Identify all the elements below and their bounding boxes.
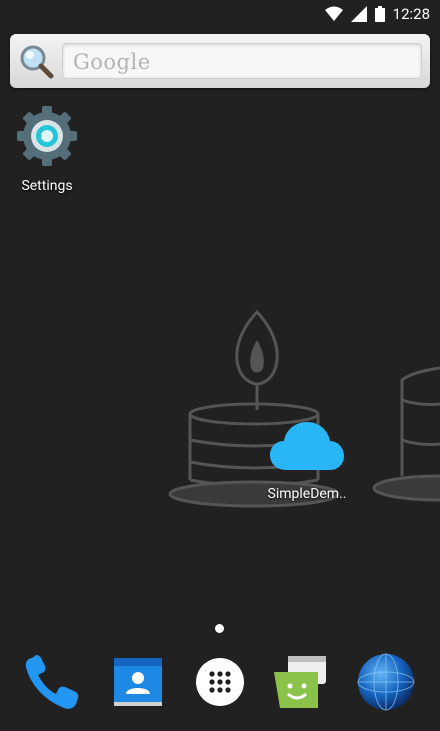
all-apps-icon bbox=[196, 658, 244, 706]
app-label-settings: Settings bbox=[21, 178, 73, 194]
dock-phone[interactable] bbox=[20, 650, 84, 714]
phone-icon bbox=[25, 655, 79, 709]
app-label-simpledem: SimpleDem.. bbox=[267, 486, 347, 502]
page-indicator-dot bbox=[215, 624, 224, 633]
messaging-icon bbox=[274, 656, 326, 708]
search-icon[interactable] bbox=[16, 42, 56, 82]
app-simpledem[interactable]: SimpleDem.. bbox=[262, 418, 352, 508]
dock-contacts[interactable] bbox=[106, 650, 170, 714]
app-settings[interactable]: Settings bbox=[12, 104, 82, 199]
cloud-icon bbox=[270, 422, 344, 470]
contacts-icon bbox=[114, 658, 162, 706]
status-bar: 12:28 bbox=[0, 0, 440, 28]
browser-globe-icon bbox=[357, 653, 415, 711]
dock-browser[interactable] bbox=[354, 650, 418, 714]
signal-icon bbox=[350, 6, 367, 22]
status-time: 12:28 bbox=[392, 5, 430, 23]
google-search-widget[interactable]: Google bbox=[10, 34, 430, 88]
dock-all-apps[interactable] bbox=[188, 650, 252, 714]
battery-icon bbox=[374, 6, 385, 22]
settings-gear-icon bbox=[17, 106, 77, 166]
dock-messaging[interactable] bbox=[270, 650, 334, 714]
search-input[interactable]: Google bbox=[62, 43, 422, 79]
wifi-icon bbox=[324, 6, 343, 21]
search-placeholder: Google bbox=[73, 50, 151, 74]
